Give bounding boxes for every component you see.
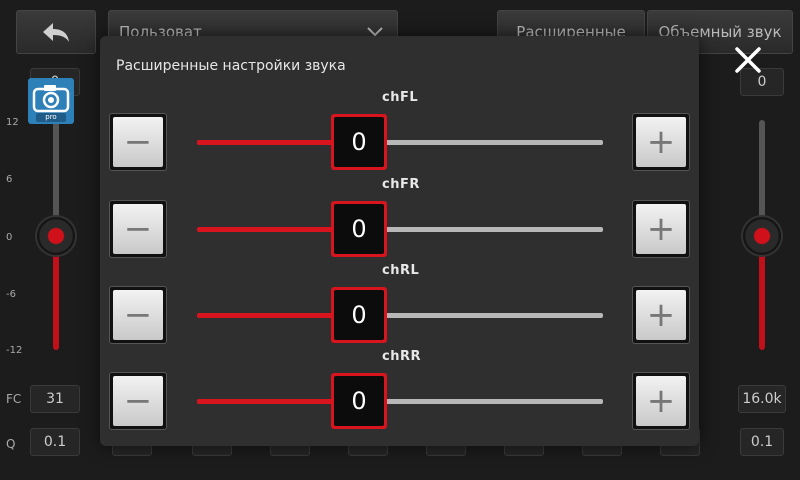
close-button[interactable] xyxy=(728,40,768,80)
minus-icon: − xyxy=(113,204,163,254)
increase-button-fr[interactable]: + xyxy=(632,200,690,258)
camera-icon[interactable]: pro xyxy=(28,78,74,124)
decrease-button-rl[interactable]: − xyxy=(109,286,167,344)
increase-button-fl[interactable]: + xyxy=(632,113,690,171)
slider-thumb-rl[interactable]: 0 xyxy=(331,287,387,343)
slider-value-fr: 0 xyxy=(334,204,384,254)
q-value[interactable]: 0.1 xyxy=(30,428,80,456)
band-slider-knob-right[interactable] xyxy=(743,217,781,255)
slider-thumb-fr[interactable]: 0 xyxy=(331,201,387,257)
increase-button-rr[interactable]: + xyxy=(632,372,690,430)
dialog-title: Расширенные настройки звука xyxy=(116,58,346,74)
slider-value-fl: 0 xyxy=(334,117,384,167)
slider-fill-rr xyxy=(197,399,337,404)
fc-label: FC xyxy=(6,392,22,406)
slider-thumb-fl[interactable]: 0 xyxy=(331,114,387,170)
slider-fill-fl xyxy=(197,140,337,145)
slider-track-rl[interactable] xyxy=(383,313,603,318)
decrease-button-fr[interactable]: − xyxy=(109,200,167,258)
back-arrow-icon xyxy=(43,23,69,42)
fc-value-last[interactable]: 16.0k xyxy=(738,385,786,413)
channel-label-fl: chFL xyxy=(382,90,419,105)
minus-icon: − xyxy=(113,117,163,167)
axis-label-minus-12: -12 xyxy=(6,345,23,356)
axis-label-0: 0 xyxy=(6,232,13,243)
slider-fill-rl xyxy=(197,313,337,318)
minus-icon: − xyxy=(113,290,163,340)
slider-value-rr: 0 xyxy=(334,376,384,426)
axis-label-6: 6 xyxy=(6,174,13,185)
advanced-sound-dialog: Расширенные настройки звука chFL − 0 + c… xyxy=(100,36,699,446)
slider-track-fl[interactable] xyxy=(383,140,603,145)
plus-icon: + xyxy=(636,376,686,426)
channel-label-rl: chRL xyxy=(382,263,420,278)
plus-icon: + xyxy=(636,117,686,167)
q-value[interactable]: 0.1 xyxy=(740,428,784,456)
slider-track-rr[interactable] xyxy=(383,399,603,404)
close-icon xyxy=(735,47,761,73)
axis-label-minus-6: -6 xyxy=(6,289,16,300)
slider-fill-fr xyxy=(197,227,337,232)
fc-value-first[interactable]: 31 xyxy=(30,385,80,413)
minus-icon: − xyxy=(113,376,163,426)
channel-label-fr: chFR xyxy=(382,177,420,192)
increase-button-rl[interactable]: + xyxy=(632,286,690,344)
plus-icon: + xyxy=(636,204,686,254)
plus-icon: + xyxy=(636,290,686,340)
decrease-button-fl[interactable]: − xyxy=(109,113,167,171)
slider-value-rl: 0 xyxy=(334,290,384,340)
back-button[interactable] xyxy=(16,10,96,54)
q-label: Q xyxy=(6,437,16,451)
decrease-button-rr[interactable]: − xyxy=(109,372,167,430)
slider-track-fr[interactable] xyxy=(383,227,603,232)
camera-badge: pro xyxy=(45,113,57,121)
band-slider-knob-left[interactable] xyxy=(37,217,75,255)
axis-label-12: 12 xyxy=(6,117,19,128)
slider-thumb-rr[interactable]: 0 xyxy=(331,373,387,429)
channel-label-rr: chRR xyxy=(382,349,421,364)
